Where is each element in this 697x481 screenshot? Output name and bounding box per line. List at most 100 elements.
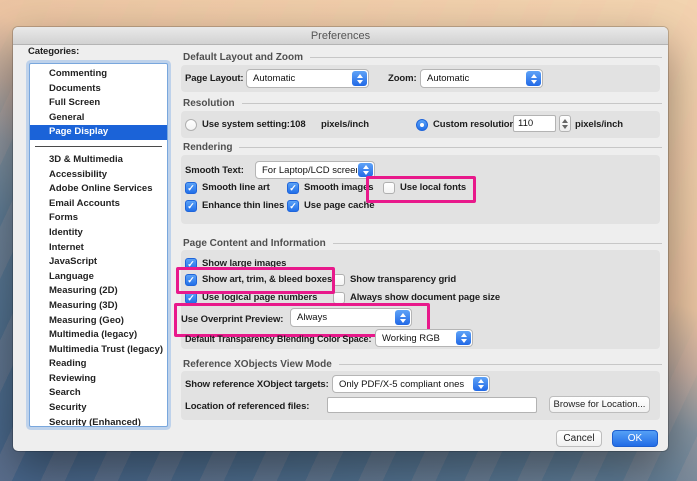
section-rule — [338, 363, 662, 365]
section-header-xobjects: Reference XObjects View Mode — [183, 358, 662, 370]
smooth-text-value: For Laptop/LCD screens — [262, 164, 357, 176]
use-system-setting-label: Use system setting: — [202, 119, 290, 130]
section-header-page-content: Page Content and Information — [183, 237, 662, 249]
zoom-value: Automatic — [427, 73, 470, 84]
always-show-page-size-row[interactable]: Always show document page size — [333, 291, 500, 304]
sidebar-item-documents[interactable]: Documents — [30, 82, 167, 97]
use-local-fonts-checkbox[interactable] — [383, 181, 395, 194]
browse-for-location-button[interactable]: Browse for Location... — [549, 396, 650, 413]
use-logical-page-numbers-row[interactable]: Use logical page numbers — [185, 291, 317, 304]
sidebar-item-measuring-geo[interactable]: Measuring (Geo) — [30, 314, 167, 329]
use-logical-page-numbers-label: Use logical page numbers — [202, 292, 318, 303]
show-large-images-label: Show large images — [202, 258, 287, 269]
xobject-targets-select[interactable]: Only PDF/X-5 compliant ones — [332, 375, 490, 393]
show-art-trim-bleed-checkbox[interactable] — [185, 273, 197, 286]
sidebar-item-reading[interactable]: Reading — [30, 357, 167, 372]
section-rule — [239, 146, 662, 148]
use-system-setting-radio[interactable] — [185, 118, 197, 131]
cancel-button-label: Cancel — [563, 433, 595, 444]
resolution-stepper[interactable] — [559, 115, 571, 132]
sidebar-item-multimedia-trust-legacy[interactable]: Multimedia Trust (legacy) — [30, 343, 167, 358]
show-transparency-grid-checkbox[interactable] — [333, 273, 345, 286]
enhance-thin-lines-checkbox[interactable] — [185, 199, 197, 212]
use-page-cache-label: Use page cache — [304, 200, 375, 211]
sidebar-item-page-display[interactable]: Page Display — [30, 125, 167, 140]
custom-resolution-unit: pixels/inch — [575, 119, 624, 130]
custom-resolution-input[interactable] — [513, 115, 556, 132]
show-transparency-grid-row[interactable]: Show transparency grid — [333, 273, 456, 286]
page-layout-select[interactable]: Automatic — [246, 69, 369, 88]
sidebar-item-language[interactable]: Language — [30, 270, 167, 285]
use-page-cache-checkbox[interactable] — [287, 199, 299, 212]
show-transparency-grid-label: Show transparency grid — [350, 274, 457, 285]
ok-button-label: OK — [627, 433, 643, 444]
smooth-images-checkbox[interactable] — [287, 181, 299, 194]
sidebar-item-adobe-online-services[interactable]: Adobe Online Services — [30, 182, 167, 197]
always-show-page-size-checkbox[interactable] — [333, 291, 345, 304]
use-system-setting-radio-row[interactable]: Use system setting: — [185, 118, 290, 131]
sidebar-separator — [35, 145, 162, 147]
overprint-label: Use Overprint Preview: — [181, 314, 284, 325]
smooth-text-select[interactable]: For Laptop/LCD screens — [255, 161, 375, 179]
sidebar-item-accessibility[interactable]: Accessibility — [30, 168, 167, 183]
section-rule — [241, 102, 662, 104]
zoom-select[interactable]: Automatic — [420, 69, 543, 88]
sidebar-item-security[interactable]: Security — [30, 401, 167, 416]
sidebar-item-email-accounts[interactable]: Email Accounts — [30, 197, 167, 212]
use-local-fonts-label: Use local fonts — [400, 182, 467, 193]
sidebar-item-measuring-2d[interactable]: Measuring (2D) — [30, 284, 167, 299]
chevron-updown-icon — [352, 71, 367, 86]
page-layout-label: Page Layout: — [185, 73, 244, 84]
ok-button[interactable]: OK — [612, 430, 658, 447]
enhance-thin-lines-row[interactable]: Enhance thin lines — [185, 199, 284, 212]
browse-button-label: Browse for Location... — [553, 399, 646, 410]
cancel-button[interactable]: Cancel — [556, 430, 602, 447]
use-page-cache-row[interactable]: Use page cache — [287, 199, 375, 212]
sidebar-item-forms[interactable]: Forms — [30, 211, 167, 226]
sidebar-item-measuring-3d[interactable]: Measuring (3D) — [30, 299, 167, 314]
section-rule — [310, 56, 662, 58]
chevron-updown-icon — [473, 377, 488, 391]
custom-resolution-radio[interactable] — [416, 118, 428, 131]
overprint-select[interactable]: Always — [290, 308, 412, 327]
smooth-text-label: Smooth Text: — [185, 165, 244, 176]
location-input[interactable] — [327, 397, 537, 413]
show-art-trim-bleed-label: Show art, trim, & bleed boxes — [202, 274, 333, 285]
categories-list[interactable]: Commenting Documents Full Screen General Pag… — [29, 63, 168, 427]
smooth-line-art-checkbox[interactable] — [185, 181, 197, 194]
sidebar-item-3d-multimedia[interactable]: 3D & Multimedia — [30, 153, 167, 168]
sidebar-item-general[interactable]: General — [30, 111, 167, 126]
smooth-images-row[interactable]: Smooth images — [287, 181, 374, 194]
sidebar-item-internet[interactable]: Internet — [30, 241, 167, 256]
show-art-trim-bleed-row[interactable]: Show art, trim, & bleed boxes — [185, 273, 332, 286]
sidebar-item-search[interactable]: Search — [30, 386, 167, 401]
section-rule — [332, 242, 662, 244]
smooth-images-label: Smooth images — [304, 182, 374, 193]
sidebar-item-javascript[interactable]: JavaScript — [30, 255, 167, 270]
xobject-targets-label: Show reference XObject targets: — [185, 379, 329, 390]
use-logical-page-numbers-checkbox[interactable] — [185, 291, 197, 304]
use-local-fonts-row[interactable]: Use local fonts — [383, 181, 466, 194]
section-title: Resolution — [183, 97, 235, 109]
smooth-line-art-row[interactable]: Smooth line art — [185, 181, 270, 194]
window-titlebar[interactable]: Preferences — [13, 27, 668, 45]
section-title: Rendering — [183, 141, 233, 153]
enhance-thin-lines-label: Enhance thin lines — [202, 200, 285, 211]
blend-space-select[interactable]: Working RGB — [375, 329, 473, 347]
sidebar-item-commenting[interactable]: Commenting — [30, 67, 167, 82]
blend-space-label: Default Transparency Blending Color Spac… — [185, 334, 372, 344]
custom-resolution-radio-row[interactable]: Custom resolution: — [416, 118, 518, 131]
sidebar-item-reviewing[interactable]: Reviewing — [30, 372, 167, 387]
sidebar-item-full-screen[interactable]: Full Screen — [30, 96, 167, 111]
sidebar-item-security-enhanced[interactable]: Security (Enhanced) — [30, 416, 167, 426]
zoom-label: Zoom: — [388, 73, 417, 84]
page-layout-value: Automatic — [253, 73, 296, 84]
section-header-resolution: Resolution — [183, 97, 662, 109]
always-show-page-size-label: Always show document page size — [350, 292, 501, 303]
sidebar-item-multimedia-legacy[interactable]: Multimedia (legacy) — [30, 328, 167, 343]
sidebar-item-identity[interactable]: Identity — [30, 226, 167, 241]
section-title: Reference XObjects View Mode — [183, 358, 332, 370]
show-large-images-checkbox[interactable] — [185, 257, 197, 270]
show-large-images-row[interactable]: Show large images — [185, 257, 286, 270]
section-title: Page Content and Information — [183, 237, 326, 249]
